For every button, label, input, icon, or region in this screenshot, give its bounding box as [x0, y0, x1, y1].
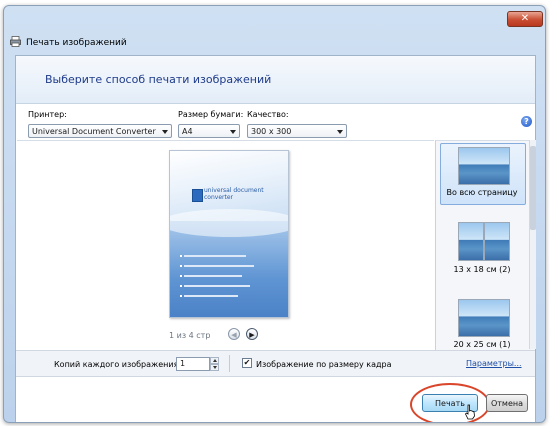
page-brand-line2: converter	[204, 194, 233, 201]
layout-thumbnail-13x18-left[interactable]	[458, 222, 484, 261]
page-brand-line1: universal document	[204, 187, 264, 194]
printer-select-value: Universal Document Converter	[32, 127, 156, 136]
chevron-down-icon	[162, 130, 168, 134]
page-bullet	[180, 265, 182, 267]
next-page-button[interactable]: ▶	[246, 328, 258, 340]
layout-thumbnail-20x25[interactable]	[458, 299, 510, 337]
paper-size-select-value: A4	[182, 127, 193, 136]
copies-stepper[interactable]	[210, 357, 219, 371]
page-wave-shape	[170, 209, 288, 237]
page-counter: 1 из 4 стр	[169, 331, 211, 340]
page-text-line	[184, 285, 250, 287]
page-bullet	[180, 275, 182, 277]
udc-logo-icon	[192, 189, 203, 202]
preview-page: universal document converter	[169, 150, 289, 318]
page-bullet	[180, 285, 182, 287]
instruction-text: Выберите способ печати изображений	[45, 73, 272, 86]
help-icon[interactable]: ?	[521, 116, 532, 127]
page-text-line	[184, 295, 238, 297]
quality-select-value: 300 x 300	[251, 127, 292, 136]
layout-list: Во всю страницу 13 x 18 см (2) 20 x 25 с…	[435, 140, 535, 350]
divider	[229, 355, 230, 372]
options-bar: Копий каждого изображения: 1 ✔ Изображен…	[16, 350, 535, 376]
page-bullet	[180, 295, 182, 297]
copies-label: Копий каждого изображения:	[54, 360, 182, 369]
page-text-line	[184, 265, 254, 267]
page-text-line	[184, 255, 246, 257]
quality-label: Качество:	[247, 110, 289, 119]
printer-select[interactable]: Universal Document Converter	[28, 124, 172, 138]
stepper-down-icon[interactable]	[210, 364, 219, 371]
parameters-link[interactable]: Параметры...	[466, 359, 522, 368]
layout-label-full-page[interactable]: Во всю страницу	[440, 188, 524, 197]
close-button[interactable]: ✕	[507, 11, 543, 27]
window-title: Печать изображений	[26, 38, 127, 48]
fit-to-frame-label[interactable]: Изображение по размеру кадра	[256, 360, 392, 369]
print-preview-area: universal document converter 1 из 4 стр …	[17, 140, 434, 350]
chevron-down-icon	[337, 130, 343, 134]
hand-cursor-icon	[465, 404, 475, 420]
stepper-up-icon[interactable]	[210, 357, 219, 364]
quality-select[interactable]: 300 x 300	[247, 124, 347, 138]
layout-thumbnail-13x18-right[interactable]	[484, 222, 510, 261]
print-dialog-window: ✕ Печать изображений Выберите способ печ…	[3, 5, 546, 423]
chevron-down-icon	[230, 130, 236, 134]
printer-label: Принтер:	[28, 110, 67, 119]
paper-size-select[interactable]: A4	[178, 124, 240, 138]
scrollbar-thumb[interactable]	[530, 146, 536, 230]
page-text-line	[184, 275, 242, 277]
layout-list-scrollbar[interactable]	[529, 140, 536, 349]
copies-input[interactable]: 1	[176, 357, 210, 371]
page-bullet	[180, 255, 182, 257]
cancel-button[interactable]: Отмена	[486, 394, 528, 412]
dialog-footer: Печать Отмена	[16, 376, 535, 422]
instruction-header: Выберите способ печати изображений	[16, 56, 535, 104]
layout-thumbnail-full-page[interactable]	[458, 147, 510, 185]
previous-page-button[interactable]: ◀	[228, 328, 240, 340]
title-bar: Печать изображений	[4, 32, 545, 54]
dialog-client-area: Выберите способ печати изображений Принт…	[15, 55, 536, 422]
printer-icon	[10, 36, 21, 47]
paper-size-label: Размер бумаги:	[178, 110, 244, 119]
layout-label-13x18[interactable]: 13 x 18 см (2)	[440, 265, 524, 274]
layout-label-20x25[interactable]: 20 x 25 см (1)	[440, 340, 524, 349]
fit-to-frame-checkbox[interactable]: ✔	[242, 358, 252, 368]
